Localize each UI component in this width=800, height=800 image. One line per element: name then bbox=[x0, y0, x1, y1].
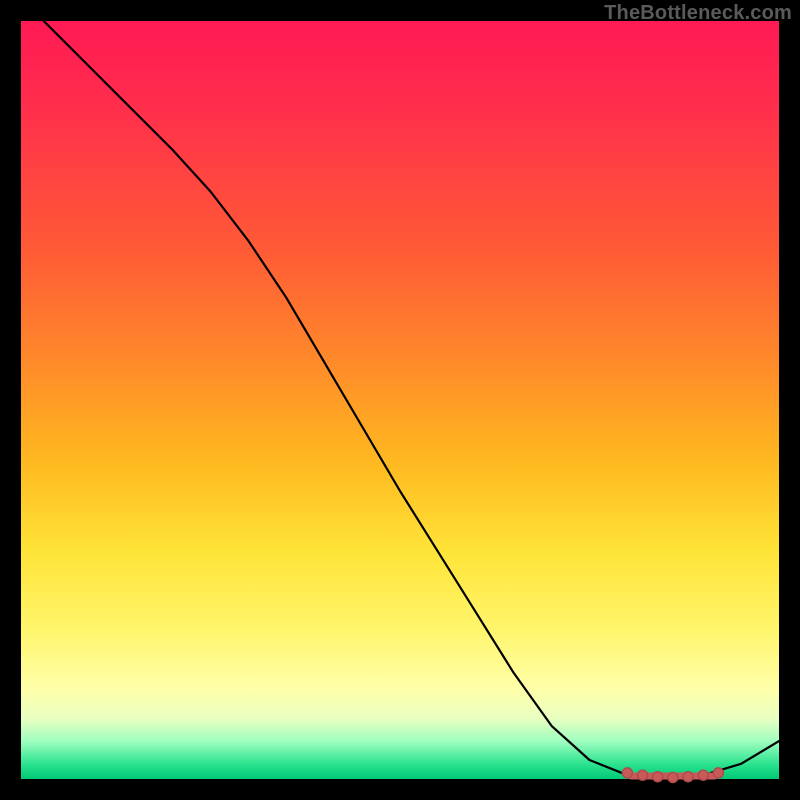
marker-dot bbox=[683, 772, 693, 782]
marker-dot bbox=[713, 768, 723, 778]
marker-dot bbox=[668, 772, 678, 782]
marker-dot bbox=[653, 772, 663, 782]
chart-frame: TheBottleneck.com bbox=[0, 0, 800, 800]
watermark-text: TheBottleneck.com bbox=[604, 2, 792, 25]
bottleneck-curve bbox=[21, 0, 779, 779]
marker-dot bbox=[698, 770, 708, 780]
marker-dot bbox=[638, 770, 648, 780]
marker-cluster bbox=[622, 768, 723, 783]
chart-overlay bbox=[21, 21, 779, 779]
marker-dot bbox=[622, 768, 632, 778]
